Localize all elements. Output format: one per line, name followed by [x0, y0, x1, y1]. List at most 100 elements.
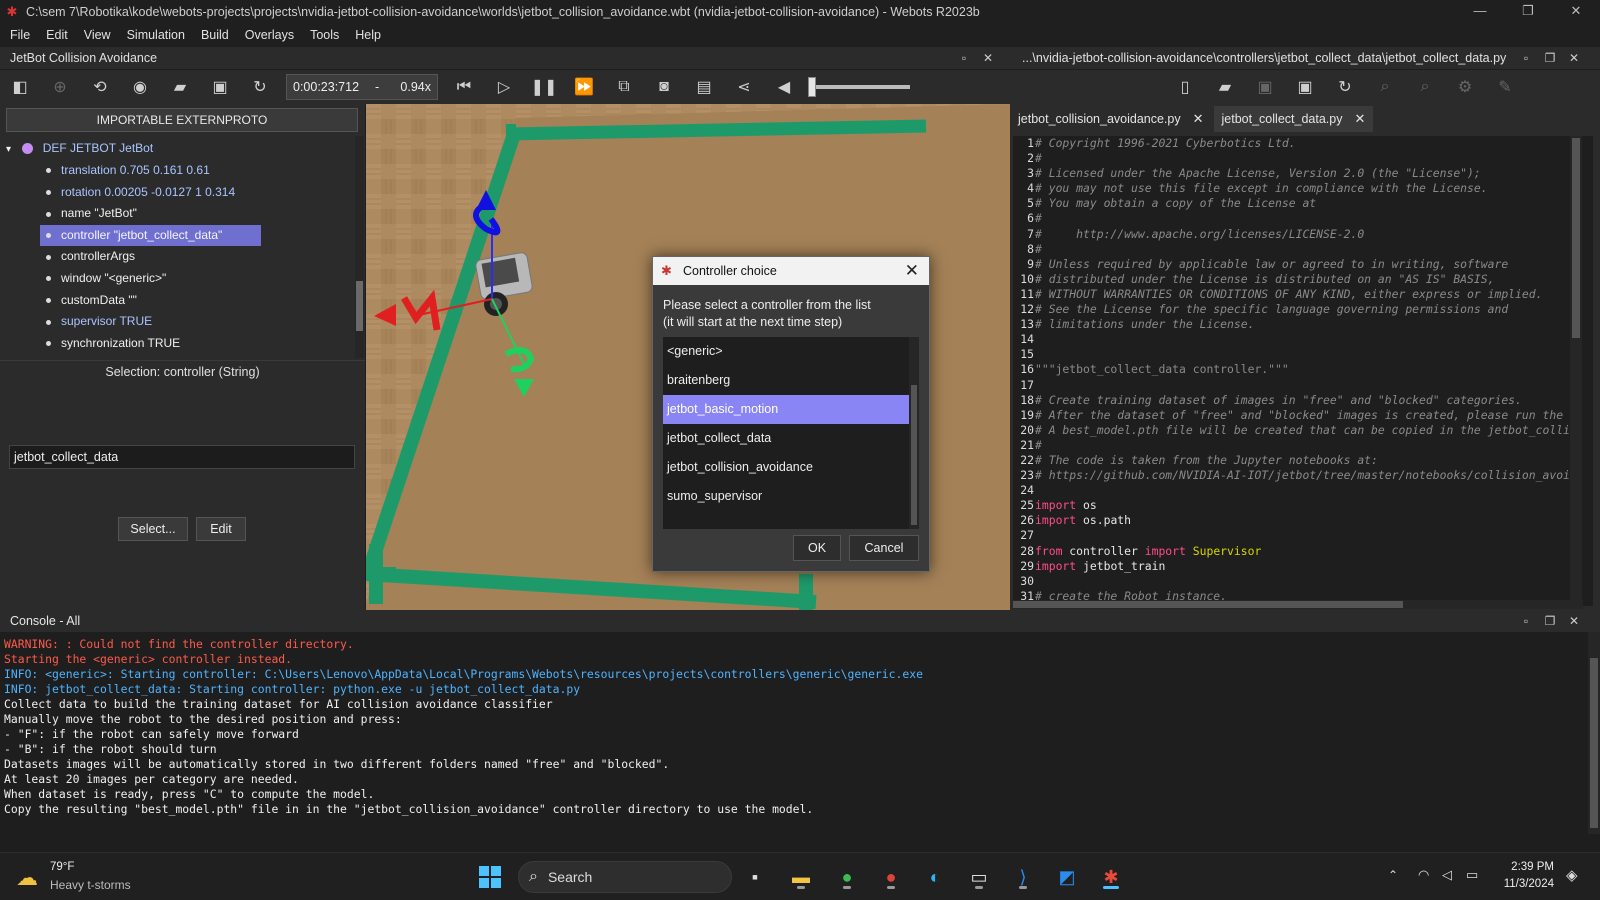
- tree-field-row[interactable]: translation 0.705 0.161 0.61: [46, 160, 210, 181]
- fast-forward-icon[interactable]: ⏩: [569, 74, 599, 100]
- clock-date[interactable]: 11/3/2024: [1494, 878, 1554, 890]
- vscode-icon[interactable]: ⟩: [1008, 863, 1038, 891]
- weather-condition[interactable]: Heavy t-storms: [50, 878, 131, 892]
- menu-edit[interactable]: Edit: [38, 28, 76, 42]
- tree-field-row[interactable]: controller "jetbot_collect_data": [40, 224, 261, 246]
- close-tab-icon[interactable]: ✕: [1354, 106, 1365, 132]
- volume-slider-knob[interactable]: [808, 77, 816, 97]
- terminal-icon[interactable]: ▭: [964, 863, 994, 891]
- find-icon[interactable]: ⌕: [1370, 74, 1400, 100]
- controller-option[interactable]: jetbot_basic_motion: [663, 395, 909, 424]
- cancel-button[interactable]: Cancel: [849, 535, 919, 561]
- controller-list-scroll-thumb[interactable]: [911, 385, 917, 525]
- volume-slider[interactable]: [808, 77, 910, 97]
- undock-icon[interactable]: ❐: [1538, 614, 1562, 628]
- clean-icon[interactable]: ✎: [1490, 74, 1520, 100]
- controller-list[interactable]: <generic> braitenberg jetbot_basic_motion j…: [663, 337, 919, 529]
- menu-file[interactable]: File: [2, 28, 38, 42]
- task-view-icon[interactable]: ▪: [740, 863, 770, 891]
- chrome-profile-icon[interactable]: ●: [876, 863, 906, 891]
- open-file-icon[interactable]: ▰: [1210, 74, 1240, 100]
- close-tab-icon[interactable]: ✕: [1193, 106, 1204, 132]
- step-icon[interactable]: ▷: [489, 74, 519, 100]
- code-hscroll-thumb[interactable]: [1013, 601, 1403, 608]
- save-file-icon[interactable]: ▣: [1250, 74, 1280, 100]
- replace-icon[interactable]: ⌕: [1410, 74, 1440, 100]
- weather-temperature[interactable]: 79°F: [50, 861, 74, 873]
- save-world-icon[interactable]: ▣: [205, 74, 235, 100]
- chrome-icon[interactable]: ●: [832, 863, 862, 891]
- minimize-panel-icon[interactable]: ▫: [1514, 51, 1538, 65]
- new-file-icon[interactable]: ▯: [1170, 74, 1200, 100]
- console-output[interactable]: WARNING: : Could not find the controller…: [4, 637, 923, 817]
- code-horizontal-scrollbar[interactable]: [1013, 600, 1583, 609]
- menu-help[interactable]: Help: [347, 28, 389, 42]
- scene-tree-scroll-thumb[interactable]: [356, 281, 363, 331]
- controller-option[interactable]: jetbot_collision_avoidance: [663, 453, 909, 482]
- clock-time[interactable]: 2:39 PM: [1494, 861, 1554, 873]
- minimize-button[interactable]: —: [1456, 0, 1504, 24]
- code-vertical-scrollbar[interactable]: [1570, 136, 1582, 606]
- undock-icon[interactable]: ❐: [1538, 51, 1562, 65]
- app-icon[interactable]: ◩: [1052, 863, 1082, 891]
- rendering-toggle-icon[interactable]: ⧉: [609, 74, 639, 100]
- console-scroll-thumb[interactable]: [1590, 658, 1598, 828]
- importable-externproto-button[interactable]: IMPORTABLE EXTERNPROTO: [6, 108, 358, 132]
- close-panel-icon[interactable]: ✕: [1562, 614, 1586, 628]
- close-panel-icon[interactable]: ✕: [1562, 51, 1586, 65]
- controller-value-field[interactable]: jetbot_collect_data: [9, 445, 355, 469]
- console-scrollbar[interactable]: [1588, 632, 1600, 834]
- add-node-icon[interactable]: ⊕: [45, 74, 75, 100]
- close-panel-icon[interactable]: ✕: [976, 51, 1000, 65]
- tree-field-row[interactable]: customData "": [46, 290, 137, 311]
- tree-field-row[interactable]: rotation 0.00205 -0.0127 1 0.314: [46, 182, 235, 203]
- screenshot-icon[interactable]: ◙: [649, 74, 679, 100]
- tab-jetbot-collect-data[interactable]: jetbot_collect_data.py ✕: [1213, 106, 1374, 132]
- controller-option[interactable]: sumo_supervisor: [663, 482, 909, 511]
- collapse-arrow-icon[interactable]: ▾: [6, 144, 11, 155]
- reset-simulation-icon[interactable]: ⏮: [449, 74, 479, 100]
- controller-list-scrollbar[interactable]: [909, 337, 919, 529]
- view-options-icon[interactable]: ◉: [125, 74, 155, 100]
- share-icon[interactable]: ⋖: [729, 74, 759, 100]
- dialog-close-icon[interactable]: ✕: [905, 257, 919, 285]
- tree-field-row[interactable]: synchronization TRUE: [46, 333, 180, 354]
- minimize-panel-icon[interactable]: ▫: [1514, 614, 1538, 628]
- save-as-icon[interactable]: ▣: [1290, 74, 1320, 100]
- undock-icon[interactable]: ▫: [952, 51, 976, 65]
- controller-option[interactable]: braitenberg: [663, 366, 909, 395]
- code-scroll-thumb[interactable]: [1572, 138, 1580, 338]
- tree-field-row[interactable]: window "<generic>": [46, 268, 166, 289]
- menu-overlays[interactable]: Overlays: [237, 28, 302, 42]
- menu-tools[interactable]: Tools: [302, 28, 347, 42]
- reload-world-icon[interactable]: ↻: [245, 74, 275, 100]
- controller-option[interactable]: <generic>: [663, 337, 909, 366]
- battery-icon[interactable]: ▭: [1466, 867, 1478, 883]
- controller-option[interactable]: jetbot_collect_data: [663, 424, 909, 453]
- menu-simulation[interactable]: Simulation: [119, 28, 193, 42]
- tree-root-node[interactable]: ▾ DEF JETBOT JetBot: [6, 138, 153, 159]
- start-button[interactable]: [475, 863, 505, 891]
- taskbar-search[interactable]: ⌕ Search: [518, 861, 732, 893]
- code-area[interactable]: 1# Copyright 1996-2021 Cyberbotics Ltd. 2…: [1013, 136, 1593, 606]
- tree-field-row[interactable]: name "JetBot": [46, 203, 137, 224]
- revert-icon[interactable]: ↻: [1330, 74, 1360, 100]
- build-icon[interactable]: ⚙: [1450, 74, 1480, 100]
- ok-button[interactable]: OK: [793, 535, 841, 561]
- mute-icon[interactable]: ◀: [769, 74, 799, 100]
- notifications-icon[interactable]: ◈: [1566, 866, 1578, 884]
- pause-icon[interactable]: ❚❚: [529, 74, 559, 100]
- tab-jetbot-collision-avoidance[interactable]: jetbot_collision_avoidance.py ✕: [1010, 106, 1212, 132]
- record-movie-icon[interactable]: ▤: [689, 74, 719, 100]
- volume-icon[interactable]: ◁: [1442, 867, 1452, 883]
- webots-taskbar-icon[interactable]: ✱: [1096, 863, 1126, 891]
- follow-object-icon[interactable]: ⟲: [85, 74, 115, 100]
- maximize-button[interactable]: ❐: [1504, 0, 1552, 24]
- toggle-scene-tree-icon[interactable]: ◧: [5, 74, 35, 100]
- menu-build[interactable]: Build: [193, 28, 237, 42]
- wifi-icon[interactable]: ◠: [1418, 867, 1429, 883]
- open-world-icon[interactable]: ▰: [165, 74, 195, 100]
- edge-icon[interactable]: ◐: [920, 863, 950, 891]
- tree-field-row[interactable]: supervisor TRUE: [46, 311, 152, 332]
- show-hidden-icons[interactable]: ⌃: [1388, 868, 1398, 882]
